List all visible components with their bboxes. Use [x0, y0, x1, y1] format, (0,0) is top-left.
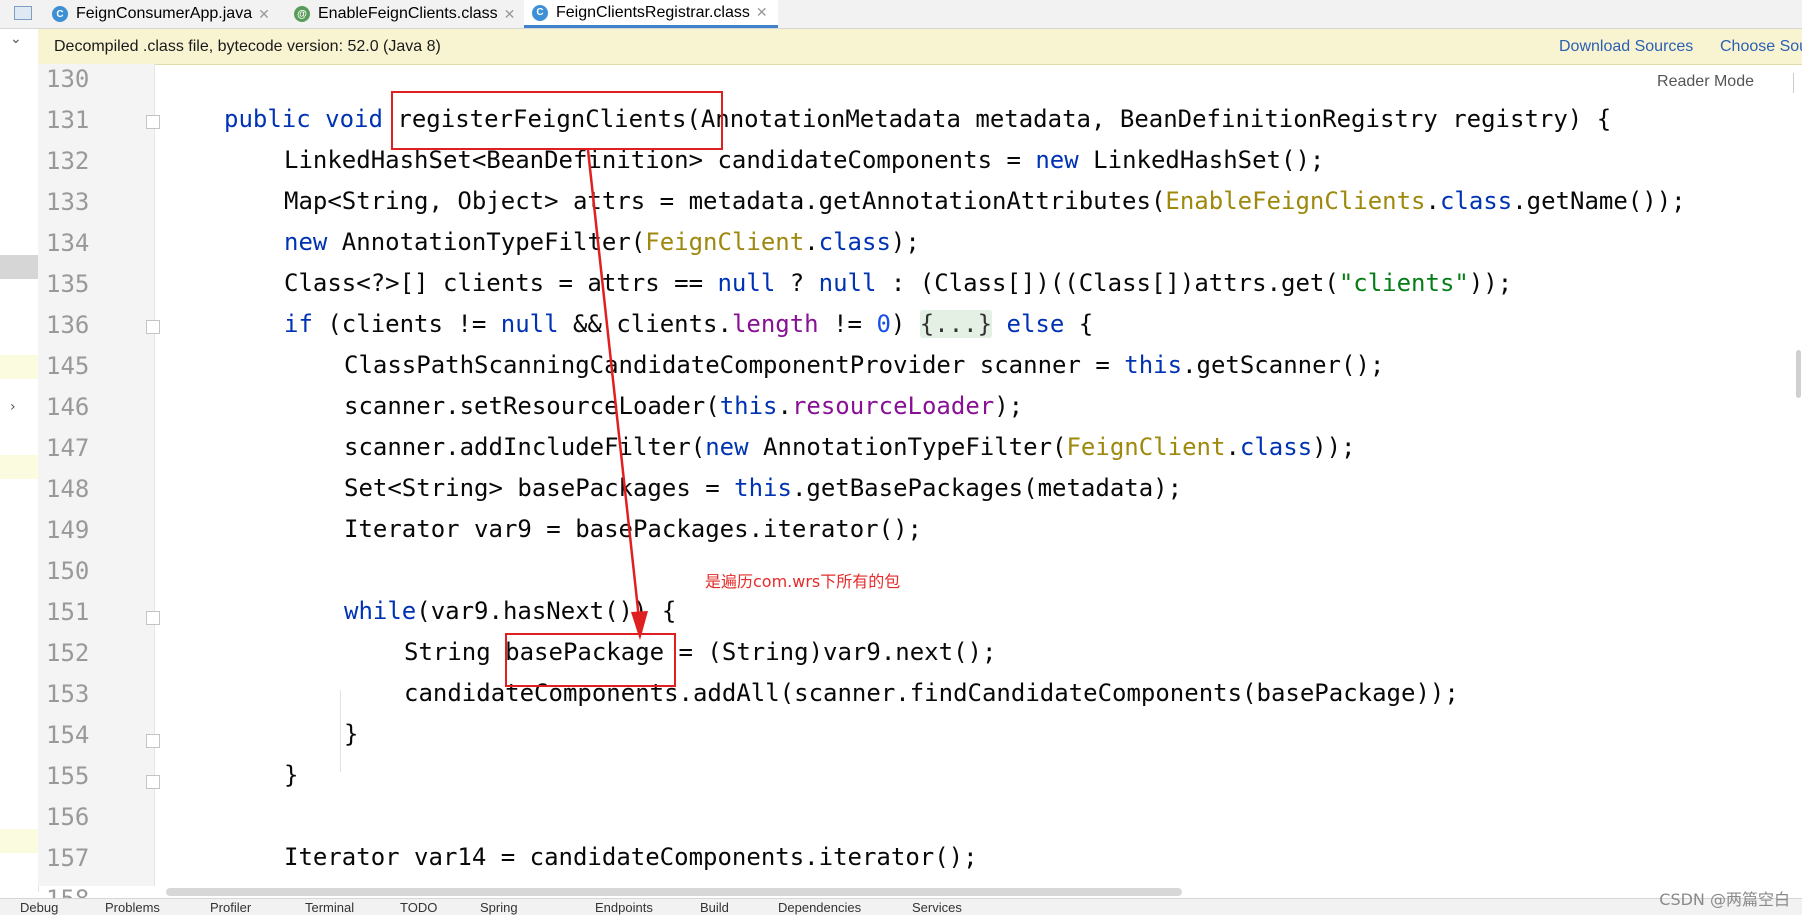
tool-build[interactable]: Build: [700, 900, 729, 915]
arrow-line: [586, 149, 642, 629]
tool-dependencies[interactable]: Dependencies: [778, 900, 861, 915]
tool-window-bar: Debug Problems Profiler Terminal TODO Sp…: [0, 898, 1802, 915]
arrow-head: [631, 611, 648, 640]
tool-debug[interactable]: Debug: [20, 900, 58, 915]
watermark: CSDN @两篇空白: [1659, 890, 1790, 909]
annotation-arrow: [586, 149, 648, 640]
tool-problems[interactable]: Problems: [105, 900, 160, 915]
tool-todo[interactable]: TODO: [400, 900, 437, 915]
horizontal-scrollbar[interactable]: [166, 888, 1182, 896]
tool-terminal[interactable]: Terminal: [305, 900, 354, 915]
tool-spring[interactable]: Spring: [480, 900, 518, 915]
annotation-note: 是遍历com.wrs下所有的包: [705, 572, 901, 591]
tool-services[interactable]: Services: [912, 900, 962, 915]
tool-endpoints[interactable]: Endpoints: [595, 900, 653, 915]
tool-profiler[interactable]: Profiler: [210, 900, 251, 915]
vertical-scrollbar[interactable]: [1796, 350, 1801, 398]
